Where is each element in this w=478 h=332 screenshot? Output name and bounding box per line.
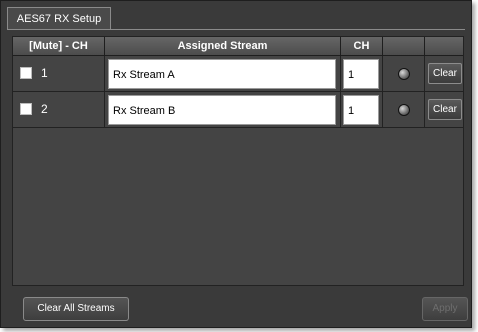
header-ch: CH (341, 37, 383, 56)
assigned-stream-field[interactable]: Rx Stream A (108, 59, 336, 89)
mute-ch-cell: 2 (13, 92, 105, 127)
stream-ch-cell: 1 (341, 92, 383, 127)
channel-number: 1 (41, 66, 48, 80)
channel-number: 2 (41, 102, 48, 116)
clear-button[interactable]: Clear (428, 63, 462, 84)
mute-checkbox[interactable] (20, 67, 32, 79)
action-cell: Clear (425, 92, 463, 127)
stream-ch-field[interactable]: 1 (343, 95, 379, 125)
tab-aes67-rx-setup[interactable]: AES67 RX Setup (7, 7, 111, 29)
status-cell (383, 56, 425, 91)
table-row: 2 Rx Stream B 1 Clear (13, 92, 463, 128)
assigned-stream-cell: Rx Stream B (105, 92, 341, 127)
header-assigned-stream: Assigned Stream (105, 37, 341, 56)
rx-stream-table: [Mute] - CH Assigned Stream CH 1 Rx Stre… (12, 36, 464, 286)
status-cell (383, 92, 425, 127)
assigned-stream-cell: Rx Stream A (105, 56, 341, 91)
mute-ch-cell: 1 (13, 56, 105, 91)
header-action (425, 37, 463, 56)
clear-button[interactable]: Clear (428, 99, 462, 120)
tab-divider (7, 29, 465, 30)
action-cell: Clear (425, 56, 463, 91)
stream-ch-field[interactable]: 1 (343, 59, 379, 89)
apply-button[interactable]: Apply (422, 297, 468, 321)
assigned-stream-field[interactable]: Rx Stream B (108, 95, 336, 125)
table-row: 1 Rx Stream A 1 Clear (13, 56, 463, 92)
header-mute-ch: [Mute] - CH (13, 37, 105, 56)
status-led-icon (398, 104, 410, 116)
status-led-icon (398, 68, 410, 80)
aes67-rx-setup-panel: AES67 RX Setup [Mute] - CH Assigned Stre… (0, 0, 472, 328)
mute-checkbox[interactable] (20, 103, 32, 115)
clear-all-streams-button[interactable]: Clear All Streams (23, 297, 129, 321)
stream-ch-cell: 1 (341, 56, 383, 91)
header-status (383, 37, 425, 56)
